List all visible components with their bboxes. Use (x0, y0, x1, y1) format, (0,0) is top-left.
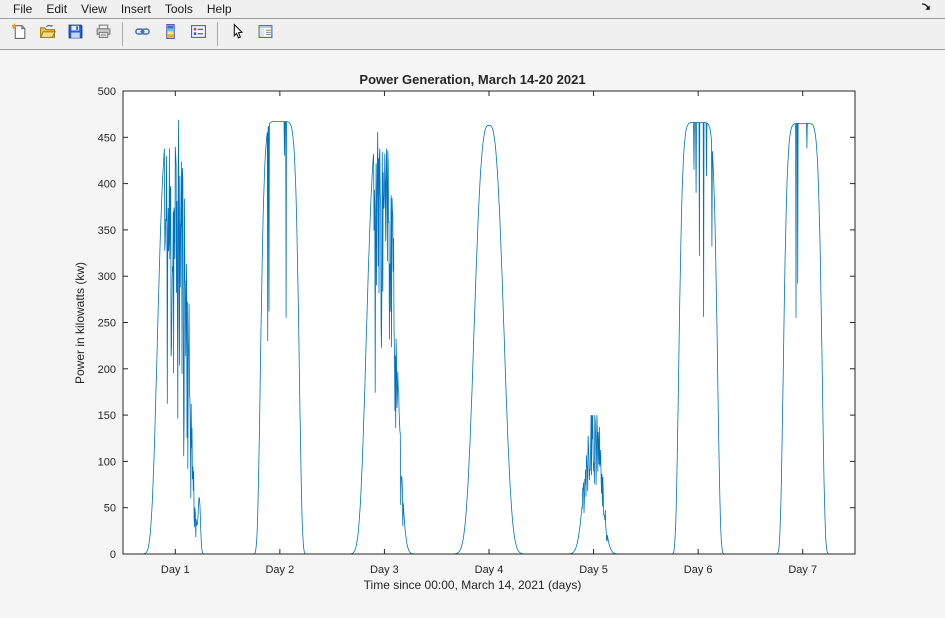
link-plot-button[interactable] (128, 20, 156, 48)
x-tick-label: Day 7 (788, 564, 817, 576)
x-tick-label: Day 4 (475, 564, 504, 576)
new-figure-button[interactable] (5, 20, 33, 48)
y-axis-label: Power in kilowatts (kw) (73, 262, 87, 384)
link-plot-icon (134, 23, 151, 45)
menu-tools[interactable]: Tools (158, 0, 200, 18)
insert-colorbar-button[interactable] (156, 20, 184, 48)
x-axis-label: Time since 00:00, March 14, 2021 (days) (0, 578, 945, 592)
y-tick-label: 50 (104, 503, 116, 515)
figure-area: 0 50 100 150 200 250 300 350 400 450 500 Day 1 Day 2… (0, 50, 945, 617)
y-tick-label: 200 (98, 364, 116, 376)
matlab-figure-window: File Edit View Insert Tools Help (0, 0, 945, 618)
dock-figure-button[interactable] (919, 2, 933, 16)
figure-toolbar (0, 19, 945, 50)
menu-edit[interactable]: Edit (39, 0, 74, 18)
y-tick-label: 0 (110, 549, 116, 561)
x-tick-label: Day 5 (579, 564, 608, 576)
menu-bar: File Edit View Insert Tools Help (0, 0, 945, 19)
open-file-button[interactable] (33, 20, 61, 48)
plot-canvas[interactable]: 0 50 100 150 200 250 300 350 400 450 500 Day 1 Day 2… (0, 50, 945, 617)
toolbar-separator (217, 22, 218, 46)
save-figure-icon (67, 23, 84, 45)
y-tick-label: 300 (98, 271, 116, 283)
x-tick-label: Day 2 (265, 564, 294, 576)
y-tick-label: 150 (98, 410, 116, 422)
menu-view[interactable]: View (74, 0, 114, 18)
y-tick-label: 500 (98, 86, 116, 98)
y-tick-label: 100 (98, 456, 116, 468)
save-figure-button[interactable] (61, 20, 89, 48)
menu-insert[interactable]: Insert (114, 0, 158, 18)
y-tick-label: 350 (98, 225, 116, 237)
insert-legend-button[interactable] (184, 20, 212, 48)
print-figure-icon (95, 23, 112, 45)
new-figure-icon (11, 23, 28, 45)
menu-help[interactable]: Help (200, 0, 239, 18)
x-tick-label: Day 3 (370, 564, 399, 576)
y-tick-label: 450 (98, 132, 116, 144)
edit-plot-arrow-icon (229, 23, 246, 45)
property-inspector-button[interactable] (251, 20, 279, 48)
insert-colorbar-icon (162, 23, 179, 45)
chart-title: Power Generation, March 14-20 2021 (0, 72, 945, 87)
property-inspector-icon (257, 23, 274, 45)
x-tick-label: Day 6 (684, 564, 713, 576)
dock-figure-arrow-icon (920, 0, 932, 18)
y-tick-label: 400 (98, 179, 116, 191)
edit-plot-button[interactable] (223, 20, 251, 48)
toolbar-separator (122, 22, 123, 46)
x-tick-label: Day 1 (161, 564, 190, 576)
open-file-icon (39, 23, 56, 45)
y-tick-label: 250 (98, 318, 116, 330)
menu-file[interactable]: File (6, 0, 39, 18)
print-figure-button[interactable] (89, 20, 117, 48)
insert-legend-icon (190, 23, 207, 45)
